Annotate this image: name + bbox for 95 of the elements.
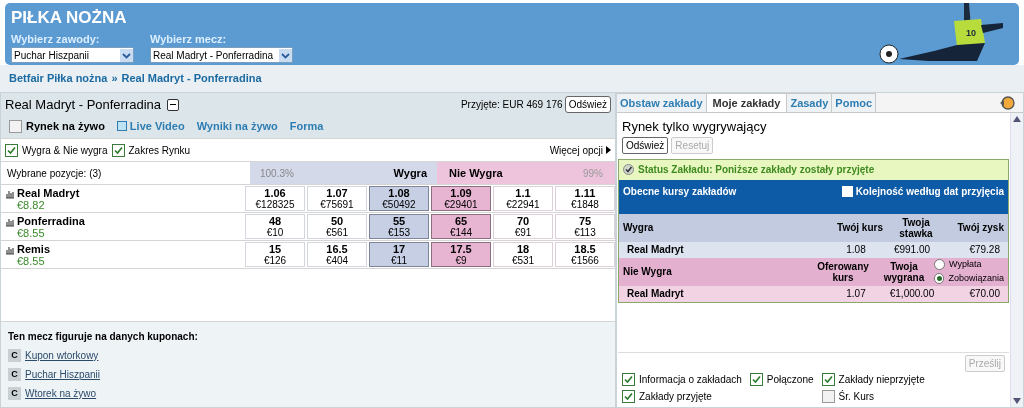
selections-count: Wybrane pozycje: (3): [6, 166, 103, 181]
chart-icon[interactable]: [5, 245, 15, 255]
odds-cell[interactable]: 1.07 €75691: [307, 186, 367, 211]
tab[interactable]: Obstaw zakłady: [617, 93, 707, 112]
breadcrumb-link[interactable]: Real Madryt - Ponferradina: [121, 70, 262, 87]
market-link[interactable]: Forma: [289, 117, 324, 135]
chart-icon[interactable]: [5, 217, 15, 227]
odds-cell[interactable]: 17.5 €9: [431, 242, 491, 267]
checkbox[interactable]: [9, 119, 22, 133]
odds-cell[interactable]: 16.5 €404: [307, 242, 367, 267]
back-section-header: Wygra Twój kurs Twoja stawka Twój zysk: [619, 213, 1008, 242]
odds-cell[interactable]: 1.08 €50492: [369, 186, 429, 211]
checkbox[interactable]: [5, 143, 18, 157]
runner-name: Ponferradina: [17, 215, 85, 227]
more-options-link[interactable]: Więcej opcji: [549, 142, 603, 158]
checkbox-label: Zakłady nieprzyjęte: [838, 373, 925, 387]
panel-heading: Rynek tylko wygrywający: [621, 118, 768, 136]
status-text: Status Zakładu: Poniższe zakłady zostały przyjęte: [638, 163, 875, 177]
breadcrumb-separator: »: [111, 71, 118, 87]
chart-icon[interactable]: [5, 189, 15, 199]
market-link[interactable]: Live Video: [116, 117, 185, 135]
chevron-icon: [120, 48, 133, 62]
checkbox[interactable]: [622, 390, 635, 403]
checkbox-label: Połączone: [766, 373, 814, 387]
market-link[interactable]: Wyniki na żywo: [196, 117, 278, 135]
checkbox-label: Śr. Kurs: [838, 389, 875, 404]
radio-option[interactable]: Wypłata: [934, 258, 1004, 272]
dropdown[interactable]: Puchar Hiszpanii: [11, 47, 134, 63]
back-header: 100.3% Wygra: [250, 162, 437, 184]
breadcrumb-link[interactable]: Betfair Piłka nożna: [9, 70, 108, 87]
tab[interactable]: Zasady: [787, 93, 833, 112]
checkmark-icon: [7, 145, 16, 155]
select-label: Wybierz zawody:: [11, 33, 101, 46]
odds-cell[interactable]: 18 €531: [493, 242, 553, 267]
checkmark-icon: [823, 375, 833, 384]
checkbox-label: Informacja o zakładach: [639, 373, 742, 387]
market-title: Real Madryt - Ponferradina: [5, 95, 162, 114]
odds-cell[interactable]: 50 €561: [307, 214, 367, 239]
triangle-icon[interactable]: [606, 146, 611, 154]
matched-amount: Przyjęte: EUR 469 176: [460, 98, 563, 112]
action-button[interactable]: Odśwież: [622, 136, 669, 154]
runner-profit: €8.55: [17, 227, 46, 239]
odds-cell[interactable]: 15 €126: [245, 242, 305, 267]
odds-cell[interactable]: 1.06 €128325: [245, 186, 305, 211]
checkmark-icon: [113, 145, 123, 155]
select-label: Wybierz mecz:: [150, 33, 228, 46]
runner-profit: €8.82: [17, 199, 46, 211]
checkbox[interactable]: [821, 373, 835, 386]
footballer-drawing: 10: [869, 3, 1009, 65]
scroll-up-icon[interactable]: [1013, 116, 1021, 122]
runner-name: Remis: [17, 243, 51, 255]
tab[interactable]: Moje zakłady: [706, 93, 788, 112]
coupon-link[interactable]: Wtorek na żywo: [25, 386, 97, 401]
radio-option[interactable]: Zobowiązania: [934, 271, 1004, 285]
dropdown[interactable]: Real Madryt - Ponferradina: [150, 47, 294, 63]
odds-cell[interactable]: 65 €144: [431, 214, 491, 239]
scroll-down-icon[interactable]: [1013, 398, 1021, 404]
collapse-icon[interactable]: [167, 98, 180, 111]
coupon-link[interactable]: Puchar Hiszpanii: [25, 367, 101, 382]
chevron-icon: [279, 48, 293, 62]
checkbox[interactable]: Kolejność według dat przyjęcia: [841, 183, 1004, 199]
coupon-link[interactable]: Kupon wtorkowy: [25, 348, 99, 363]
lay-section-header: Nie Wygra Oferowany kurs Twoja wygrana Wypłata Zobowiązania: [619, 257, 1008, 286]
odds-cell[interactable]: 55 €153: [369, 214, 429, 239]
lay-header: Nie Wygra 99%: [437, 162, 615, 184]
scrollbar[interactable]: [1010, 113, 1023, 407]
bets-header: Obecne kursy zakładów Kolejność według dat przyjęcia: [619, 179, 1008, 214]
odds-cell[interactable]: 70 €91: [493, 214, 553, 239]
runner-name: Real Madryt: [17, 187, 80, 199]
checkbox-label: Zakres Rynku: [128, 143, 191, 158]
checkmark-icon: [751, 375, 761, 384]
odds-cell[interactable]: 1.09 €29401: [431, 186, 491, 211]
checkbox[interactable]: [111, 143, 125, 157]
tab[interactable]: Pomoc: [832, 93, 876, 112]
checkbox[interactable]: [622, 373, 635, 386]
odds-cell[interactable]: 17 €11: [369, 242, 429, 267]
refresh-button[interactable]: Odśwież: [564, 96, 611, 113]
odds-cell[interactable]: 18.5 €1566: [555, 242, 615, 267]
odds-cell[interactable]: 1.1 €22941: [493, 186, 553, 211]
checkbox-label: Rynek na żywo: [26, 118, 105, 134]
checkbox-label: Zakłady przyjęte: [639, 390, 712, 404]
coupon-badge: C: [8, 349, 21, 362]
page-title: PIŁKA NOŻNA: [11, 8, 128, 28]
checkbox-label: Wygra & Nie wygra: [22, 143, 108, 158]
checkbox[interactable]: [749, 373, 763, 386]
check-icon: [623, 164, 634, 175]
checkbox[interactable]: [821, 390, 835, 403]
coupon-badge: C: [8, 368, 21, 381]
odds-cell[interactable]: 48 €10: [245, 214, 305, 239]
video-icon: [116, 121, 127, 131]
coupons-title: Ten mecz figuruje na danych kuponach:: [8, 330, 199, 344]
odds-cell[interactable]: 75 €113: [555, 214, 615, 239]
coupon-badge: C: [8, 387, 21, 400]
runner-profit: €8.55: [17, 255, 46, 267]
odds-cell[interactable]: 1.11 €1848: [555, 186, 615, 211]
